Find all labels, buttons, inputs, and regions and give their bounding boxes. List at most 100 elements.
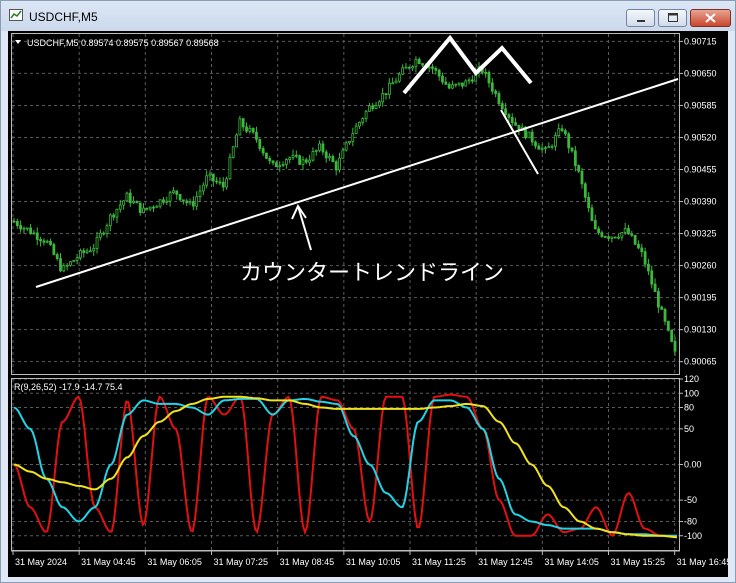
- candle-body: [427, 66, 431, 69]
- time-tick-label: 31 May 11:25: [412, 557, 466, 567]
- candle-body: [261, 148, 265, 154]
- candle-body: [195, 196, 199, 207]
- indicator-tick-label: 0.00: [684, 460, 702, 470]
- candle-body: [368, 105, 371, 112]
- candle-body: [567, 133, 571, 149]
- candle-body: [65, 264, 69, 267]
- dropdown-triangle-icon[interactable]: [15, 40, 21, 44]
- candle-body: [162, 199, 165, 203]
- candle-body: [607, 236, 610, 239]
- candle-body: [633, 234, 637, 245]
- time-tick-label: 31 May 04:45: [81, 557, 136, 567]
- candle-body: [231, 146, 235, 158]
- candle-body: [464, 80, 468, 87]
- candle-body: [112, 214, 116, 218]
- candle-body: [301, 159, 305, 165]
- candle-body: [454, 83, 458, 86]
- candle-body: [461, 82, 464, 87]
- chart-area[interactable]: 120 100 80 50 0.00 -50 -80 -100 0.90715 0.90650 0…: [8, 31, 728, 577]
- candle-body: [39, 239, 42, 242]
- price-tick-label: 0.90130: [684, 325, 717, 335]
- candle-body: [374, 105, 378, 110]
- candle-body: [19, 225, 23, 230]
- close-button[interactable]: [690, 9, 731, 27]
- candle-body: [364, 110, 368, 120]
- candle-body: [211, 173, 215, 182]
- price-tick-label: 0.90260: [684, 261, 717, 271]
- candle-body: [324, 151, 328, 159]
- candle-body: [414, 58, 418, 68]
- candle-body: [52, 244, 56, 255]
- candle-body: [341, 149, 345, 159]
- candle-body: [666, 320, 670, 331]
- maximize-button[interactable]: [658, 9, 687, 27]
- candle-body: [334, 161, 338, 171]
- candle-body: [447, 83, 451, 89]
- title-bar[interactable]: USDCHF,M5: [1, 1, 735, 31]
- indicator-lines: [13, 393, 678, 539]
- candle-body: [457, 82, 461, 85]
- candle-body: [158, 199, 162, 207]
- candle-body: [15, 220, 19, 226]
- candle-body: [288, 157, 292, 161]
- candle-body: [198, 190, 202, 198]
- minimize-icon: [627, 10, 654, 26]
- candle-body: [583, 183, 587, 198]
- minimize-button[interactable]: [626, 9, 655, 27]
- candle-body: [484, 71, 488, 74]
- time-x-ticks: 31 May 2024 31 May 04:45 31 May 06:05 31 Ma…: [12, 551, 728, 567]
- candle-body: [178, 193, 182, 201]
- candle-body: [82, 250, 86, 253]
- candle-body: [72, 260, 76, 263]
- main-chart-border: [11, 33, 680, 375]
- candle-body: [643, 251, 647, 265]
- candle-body: [284, 159, 288, 165]
- candle-body: [75, 257, 79, 261]
- time-tick-label: 31 May 12:45: [478, 557, 533, 567]
- candle-body: [381, 93, 385, 103]
- candle-body: [507, 114, 511, 118]
- candle-body: [527, 131, 531, 139]
- price-tick-label: 0.90065: [684, 357, 717, 367]
- price-tick-label: 0.90390: [684, 197, 717, 207]
- candle-body: [278, 165, 282, 168]
- candle-body: [208, 173, 212, 177]
- candle-body: [673, 341, 677, 352]
- candle-body: [95, 236, 99, 249]
- indicator-tick-label: 80: [684, 403, 694, 413]
- candle-body: [404, 66, 408, 69]
- candle-body: [118, 204, 122, 210]
- candle-body: [62, 265, 66, 272]
- time-tick-label: 31 May 06:05: [147, 557, 202, 567]
- candle-body: [411, 66, 414, 69]
- candle-body: [42, 240, 46, 243]
- candle-body: [653, 283, 657, 292]
- candle-body: [640, 247, 644, 253]
- candle-body: [331, 156, 335, 163]
- candle-body: [630, 233, 634, 236]
- time-tick-label: 31 May 10:05: [346, 557, 401, 567]
- candle-body: [487, 72, 491, 84]
- candle-body: [308, 159, 312, 163]
- candle-body: [407, 66, 411, 69]
- price-tick-label: 0.90195: [684, 293, 717, 303]
- candle-body: [168, 192, 172, 202]
- time-tick-label: 31 May 14:05: [544, 557, 599, 567]
- price-tick-label: 0.90585: [684, 100, 717, 110]
- candle-body: [530, 131, 534, 143]
- time-tick-label: 31 May 08:45: [280, 557, 335, 567]
- candle-body: [148, 206, 152, 210]
- candle-body: [88, 250, 92, 253]
- candle-body: [394, 80, 398, 84]
- candle-body: [627, 228, 630, 235]
- candle-body: [45, 240, 49, 243]
- candle-body: [557, 128, 561, 137]
- candle-body: [600, 232, 604, 237]
- candle-body: [165, 200, 169, 203]
- annotation-text: カウンタートレンドライン: [240, 261, 504, 286]
- candle-body: [497, 93, 501, 105]
- candle-body: [550, 145, 554, 148]
- candle-body: [620, 232, 624, 238]
- candle-body: [514, 122, 517, 126]
- candle-body: [354, 125, 358, 134]
